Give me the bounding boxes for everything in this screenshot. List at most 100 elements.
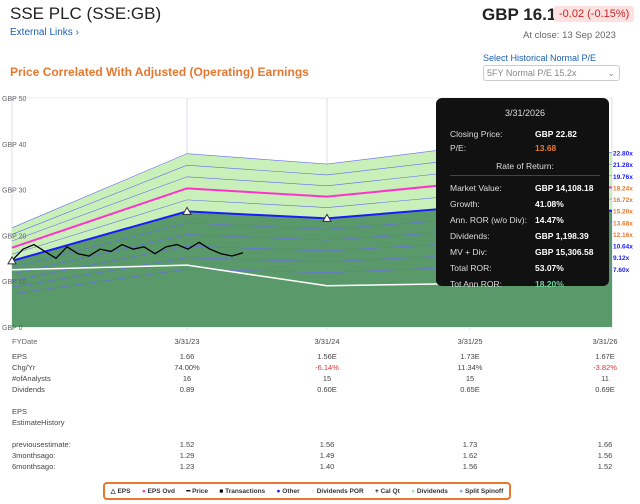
pe-multiple-label: 13.68x bbox=[613, 220, 633, 227]
closing-value: GBP 22.82 bbox=[535, 129, 577, 139]
legend-marker-icon: ━ bbox=[186, 488, 191, 495]
legend-item[interactable]: ● Dividends POR bbox=[311, 488, 364, 495]
row-value: 14.47% bbox=[535, 215, 564, 225]
tooltip-row: Ann. ROR (w/o Div): 14.47% bbox=[450, 215, 600, 225]
eps-label: EPS bbox=[12, 407, 28, 416]
row-label: Chg/Yr bbox=[12, 363, 36, 372]
tooltip-row: Dividends: GBP 1,198.39 bbox=[450, 231, 600, 241]
legend-marker-icon: + bbox=[374, 487, 379, 495]
legend-marker-icon: ● bbox=[310, 487, 315, 495]
y-tick-label: GBP 20 bbox=[2, 233, 26, 240]
table-cell: 1.66 bbox=[179, 352, 195, 361]
pe-multiple-label: 16.72x bbox=[613, 197, 633, 204]
fy-date: 3/31/23 bbox=[174, 337, 200, 346]
history-cell: 1.66 bbox=[597, 440, 613, 449]
history-label: 3monthsago: bbox=[12, 451, 56, 460]
y-tick-label: GBP 50 bbox=[2, 96, 26, 103]
y-tick-label: GBP 10 bbox=[2, 279, 26, 286]
history-label: 6monthsago: bbox=[12, 462, 56, 471]
row-label: Market Value: bbox=[450, 183, 502, 193]
history-cell: 1.49 bbox=[319, 451, 335, 460]
legend-marker-icon: ■ bbox=[219, 487, 224, 495]
legend-item[interactable]: ■ Transactions bbox=[219, 488, 265, 495]
pe-label: P/E: bbox=[450, 143, 467, 153]
row-value: 53.07% bbox=[535, 263, 564, 273]
row-label: Total ROR: bbox=[450, 263, 492, 273]
tooltip-row: Growth: 41.08% bbox=[450, 199, 600, 209]
row-label: Dividends: bbox=[450, 231, 490, 241]
pe-multiple-label: 22.80x bbox=[613, 151, 633, 158]
pe-multiple-label: 15.20x bbox=[613, 209, 633, 216]
table-cell: 0.89 bbox=[179, 385, 195, 394]
table-cell: -6.14% bbox=[315, 363, 339, 372]
tooltip-row: Tot Ann ROR: 18.20% bbox=[450, 279, 600, 289]
row-label: Ann. ROR (w/o Div): bbox=[450, 215, 527, 225]
legend-marker-icon: △ bbox=[110, 488, 116, 495]
fy-date: 3/31/24 bbox=[314, 337, 340, 346]
legend-item[interactable]: △ EPS bbox=[111, 487, 131, 495]
history-cell: 1.52 bbox=[179, 440, 195, 449]
table-cell: 11 bbox=[601, 374, 609, 383]
row-value: GBP 15,306.58 bbox=[535, 247, 594, 257]
pe-multiple-label: 12.16x bbox=[613, 232, 633, 239]
row-value: GBP 1,198.39 bbox=[535, 231, 589, 241]
row-label: MV + Div: bbox=[450, 247, 488, 257]
table-cell: 15 bbox=[322, 374, 332, 383]
table-cell: 1.67E bbox=[595, 352, 615, 361]
pe-multiple-label: 7.60x bbox=[613, 267, 630, 274]
history-cell: 1.56 bbox=[319, 440, 335, 449]
legend-item[interactable]: ● EPS Ovd bbox=[142, 488, 175, 495]
history-cell: 1.62 bbox=[462, 451, 478, 460]
fy-label: FYDate bbox=[12, 337, 38, 346]
table-cell: -3.82% bbox=[593, 363, 617, 372]
data-table: FYDate 3/31/23 3/31/24 3/31/25 3/31/26 EPS 1.6… bbox=[0, 330, 640, 480]
tooltip-date: 3/31/2026 bbox=[504, 108, 546, 118]
row-value: 18.20% bbox=[535, 279, 564, 289]
table-cell: 1.56E bbox=[317, 352, 337, 361]
legend-item[interactable]: ● Other bbox=[277, 488, 300, 495]
row-value: 41.08% bbox=[535, 199, 564, 209]
row-label: EPS bbox=[12, 352, 28, 361]
row-value: GBP 14,108.18 bbox=[535, 183, 594, 193]
estimate-history-label: EstimateHistory bbox=[12, 418, 65, 427]
history-label: previousestimate: bbox=[12, 440, 71, 449]
tooltip-row: MV + Div: GBP 15,306.58 bbox=[450, 247, 600, 257]
table-cell: 0.60E bbox=[317, 385, 337, 394]
history-cell: 1.52 bbox=[597, 462, 613, 471]
pe-multiple-label: 9.12x bbox=[613, 255, 630, 262]
pe-multiple-label: 10.64x bbox=[613, 244, 633, 251]
table-cell: 1.73E bbox=[460, 352, 480, 361]
history-cell: 1.40 bbox=[319, 462, 335, 471]
table-cell: 0.69E bbox=[595, 385, 615, 394]
legend-marker-icon: ● bbox=[141, 487, 146, 495]
pe-multiple-label: 19.76x bbox=[613, 174, 633, 181]
table-cell: 16 bbox=[182, 374, 192, 383]
history-cell: 1.56 bbox=[462, 462, 478, 471]
row-label: Growth: bbox=[450, 199, 480, 209]
y-tick-label: GBP 40 bbox=[2, 142, 26, 149]
legend: △ EPS ● EPS Ovd ━ Price ■ Transactions ● Oth… bbox=[103, 482, 511, 500]
legend-item[interactable]: + Cal Qt bbox=[375, 488, 400, 495]
legend-item[interactable]: ● Dividends bbox=[411, 488, 448, 495]
legend-marker-icon: ● bbox=[276, 487, 281, 495]
legend-item[interactable]: ━ Price bbox=[186, 487, 208, 495]
legend-marker-icon: ● bbox=[411, 487, 416, 495]
history-cell: 1.29 bbox=[179, 451, 195, 460]
history-cell: 1.56 bbox=[597, 451, 613, 460]
tooltip-row: Market Value: GBP 14,108.18 bbox=[450, 183, 600, 193]
fy-date: 3/31/26 bbox=[592, 337, 618, 346]
pe-multiple-label: 21.28x bbox=[613, 162, 633, 169]
table-cell: 11.34% bbox=[457, 363, 483, 372]
fy-date: 3/31/25 bbox=[457, 337, 483, 346]
y-tick-label: GBP 30 bbox=[2, 188, 26, 195]
legend-item[interactable]: ● Split Spinoff bbox=[459, 488, 503, 495]
pe-multiple-label: 18.24x bbox=[613, 185, 633, 192]
ror-title: Rate of Return: bbox=[450, 161, 600, 176]
history-cell: 1.23 bbox=[179, 462, 195, 471]
pe-value: 13.68 bbox=[535, 143, 557, 153]
table-cell: 0.65E bbox=[460, 385, 480, 394]
row-label: Dividends bbox=[12, 385, 45, 394]
table-cell: 74.00% bbox=[174, 363, 200, 372]
history-cell: 1.73 bbox=[462, 440, 478, 449]
closing-label: Closing Price: bbox=[450, 129, 503, 139]
